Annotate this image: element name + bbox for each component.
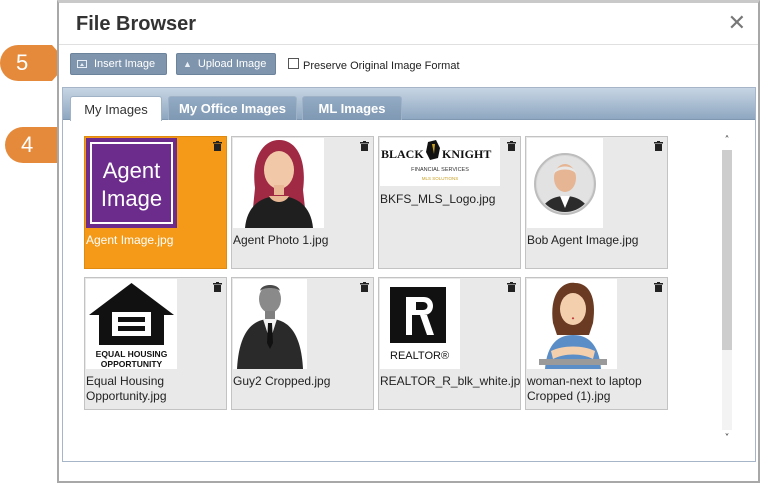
image-filename: Bob Agent Image.jpg xyxy=(527,233,639,247)
upload-image-label: Upload Image xyxy=(197,58,267,70)
tab-my-images[interactable]: My Images xyxy=(70,96,162,121)
image-card[interactable]: BLACK KNIGHT FINANCIAL SERVICES MLS SOLU… xyxy=(378,136,521,269)
bk-logo-line-2: KNIGHT xyxy=(442,147,491,161)
trash-icon[interactable] xyxy=(360,282,369,292)
scroll-down-icon[interactable]: ˅ xyxy=(720,432,734,446)
agent-logo-line-1: Agent xyxy=(103,158,161,183)
image-card[interactable]: woman-next to laptop Cropped (1).jpg xyxy=(525,277,668,410)
trash-icon[interactable] xyxy=(654,282,663,292)
image-filename: Agent Image.jpg xyxy=(86,233,174,247)
insert-image-label: Insert Image xyxy=(94,58,156,70)
equal-housing-logo-icon: EQUAL HOUSING OPPORTUNITY xyxy=(86,279,177,369)
preserve-format-checkbox[interactable] xyxy=(288,58,299,69)
trash-icon[interactable] xyxy=(213,141,222,151)
woman-avatar-icon xyxy=(233,138,324,228)
images-panel: My Images My Office Images ML Images Age… xyxy=(62,87,756,462)
vertical-scrollbar[interactable]: ˄ ˅ xyxy=(720,134,734,446)
man-portrait-icon xyxy=(527,138,603,228)
realtor-logo-icon: REALTOR® xyxy=(380,279,460,369)
close-icon[interactable]: ✕ xyxy=(728,11,746,36)
image-filename: REALTOR_R_blk_white.jpg xyxy=(380,374,520,388)
upload-arrow-icon: ▲ xyxy=(183,59,192,69)
callout-step-4: 4 xyxy=(5,127,77,163)
upload-image-button[interactable]: ▲ Upload Image xyxy=(176,53,276,75)
trash-icon[interactable] xyxy=(360,141,369,151)
scroll-up-icon[interactable]: ˄ xyxy=(720,134,734,148)
callout-step-5: 5 xyxy=(0,45,68,81)
tab-bar: My Images My Office Images ML Images xyxy=(63,88,755,121)
trash-icon[interactable] xyxy=(654,141,663,151)
preserve-format-label[interactable]: Preserve Original Image Format xyxy=(303,60,460,72)
eho-logo-line-2: OPPORTUNITY xyxy=(101,359,163,369)
trash-icon[interactable] xyxy=(213,282,222,292)
image-card[interactable]: Agent Image Agent Image.jpg xyxy=(84,136,227,269)
bk-logo-line-3: FINANCIAL SERVICES xyxy=(411,167,469,173)
image-card[interactable]: REALTOR® REALTOR_R_blk_white.jpg xyxy=(378,277,521,410)
scroll-thumb[interactable] xyxy=(722,150,732,350)
dialog-title: File Browser xyxy=(76,13,197,35)
image-card[interactable]: Guy2 Cropped.jpg xyxy=(231,277,374,410)
image-card[interactable]: Bob Agent Image.jpg xyxy=(525,136,668,269)
image-filename: Guy2 Cropped.jpg xyxy=(233,374,331,388)
title-divider xyxy=(59,44,758,45)
image-filename: BKFS_MLS_Logo.jpg xyxy=(380,192,496,206)
realtor-logo-text: REALTOR® xyxy=(390,350,449,362)
file-browser-dialog: File Browser ✕ Insert Image ▲ Upload Ima… xyxy=(57,0,760,483)
image-filename: Equal Housing Opportunity.jpg xyxy=(86,374,167,403)
image-card[interactable]: Agent Photo 1.jpg xyxy=(231,136,374,269)
image-filename: Agent Photo 1.jpg xyxy=(233,233,329,247)
agent-logo-line-2: Image xyxy=(101,186,162,211)
image-icon xyxy=(77,60,87,68)
woman-laptop-avatar-icon xyxy=(527,279,617,369)
trash-icon[interactable] xyxy=(507,282,516,292)
image-filename: woman-next to laptop Cropped (1).jpg xyxy=(527,374,642,403)
agent-image-logo-icon: Agent Image xyxy=(86,138,177,228)
man-suit-avatar-icon xyxy=(233,279,307,369)
bk-logo-line-4: MLS SOLUTIONS xyxy=(422,176,459,181)
tab-my-office-images[interactable]: My Office Images xyxy=(168,96,297,120)
insert-image-button[interactable]: Insert Image xyxy=(70,53,167,75)
bk-logo-line-1: BLACK xyxy=(381,147,424,161)
eho-logo-line-1: EQUAL HOUSING xyxy=(96,349,168,359)
trash-icon[interactable] xyxy=(507,141,516,151)
black-knight-logo-icon: BLACK KNIGHT FINANCIAL SERVICES MLS SOLU… xyxy=(380,138,500,186)
image-card[interactable]: EQUAL HOUSING OPPORTUNITY Equal Housing … xyxy=(84,277,227,410)
scroll-track[interactable] xyxy=(722,150,732,430)
tab-ml-images[interactable]: ML Images xyxy=(302,96,402,120)
